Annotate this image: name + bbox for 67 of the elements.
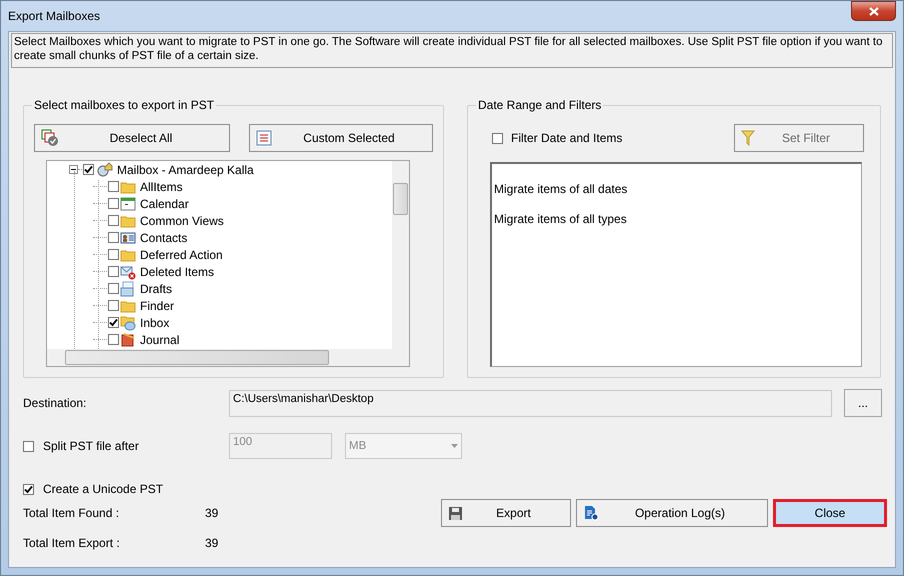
calendar-icon — [120, 196, 136, 210]
tree-checkbox[interactable] — [108, 198, 119, 209]
tree-item[interactable]: AllItems — [140, 180, 183, 194]
tree-item[interactable]: Deleted Items — [140, 264, 214, 278]
export-button[interactable]: Export — [441, 499, 571, 527]
draft-envelope-icon — [120, 280, 136, 296]
description-text: Select Mailboxes which you want to migrate to PST in one go. The Software will create individual PST file for all selected mailboxes. Use Split PST file option if you want to create small chunks of PST file of a certain size. — [11, 33, 893, 68]
custom-selected-button[interactable]: Custom Selected — [249, 124, 433, 152]
summary-line: Migrate items of all types — [494, 212, 628, 226]
tree-item[interactable]: Finder — [140, 298, 174, 312]
horizontal-scrollbar[interactable] — [47, 349, 409, 366]
tree-item[interactable]: Common Views — [140, 214, 224, 228]
tree-checkbox[interactable] — [108, 300, 119, 311]
total-label: Total Item Found : — [23, 506, 120, 520]
close-button[interactable] — [851, 1, 896, 21]
mailbox-icon — [96, 162, 113, 178]
stacked-checks-icon — [41, 129, 59, 147]
tree-checkbox[interactable] — [108, 283, 119, 294]
total-value: 39 — [205, 536, 218, 550]
envelope-delete-icon — [120, 264, 136, 280]
folder-icon — [120, 298, 136, 312]
inbox-folder-icon — [120, 314, 136, 330]
vertical-scrollbar[interactable] — [392, 161, 409, 349]
close-button[interactable]: Close — [773, 499, 887, 527]
tree-item[interactable]: Journal — [140, 332, 180, 346]
field-label: Destination: — [23, 396, 88, 410]
funnel-icon — [741, 130, 755, 146]
tree-checkbox[interactable] — [108, 266, 119, 277]
tree-checkbox[interactable] — [108, 249, 119, 260]
deselect-all-button[interactable]: Deselect All — [34, 124, 230, 152]
checkbox[interactable] — [23, 440, 34, 452]
tree-item[interactable]: Mailbox - Amardeep Kalla — [117, 162, 254, 176]
group-title: Date Range and Filters — [477, 98, 602, 112]
tree-checkbox[interactable] — [83, 164, 94, 175]
destination-field[interactable]: C:\Users\manishar\Desktop — [229, 390, 832, 416]
checkbox[interactable] — [23, 484, 34, 494]
summary-line: Migrate items of all dates — [494, 182, 628, 196]
total-value: 39 — [205, 506, 218, 520]
tree-item[interactable]: Drafts — [140, 282, 172, 296]
contact-card-icon — [120, 230, 136, 244]
dropdown-arrow-icon — [451, 444, 458, 448]
tree-item[interactable]: Inbox — [140, 316, 170, 330]
folder-icon — [120, 248, 136, 262]
document-gear-icon — [583, 505, 599, 521]
group-title: Select mailboxes to export in PST — [33, 98, 216, 112]
tree-item[interactable]: Calendar — [140, 196, 189, 210]
folder-icon — [120, 214, 136, 228]
collapse-icon[interactable] — [69, 165, 78, 174]
tree-checkbox[interactable] — [108, 181, 119, 192]
total-label: Total Item Export : — [23, 536, 121, 550]
close-icon — [868, 6, 878, 16]
browse-button[interactable]: ... — [844, 389, 882, 417]
checkbox[interactable] — [492, 132, 503, 144]
journal-book-icon — [120, 332, 136, 348]
checkbox-label: Create a Unicode PST — [43, 482, 164, 496]
tree-checkbox[interactable] — [108, 317, 119, 328]
folder-icon — [120, 180, 136, 194]
tree-checkbox[interactable] — [108, 215, 119, 226]
window-title: Export Mailboxes — [8, 9, 100, 23]
tree-checkbox[interactable] — [108, 334, 119, 345]
checkbox-label: Filter Date and Items — [511, 131, 622, 145]
tree-checkbox[interactable] — [108, 232, 119, 243]
tree-item[interactable]: Contacts — [140, 230, 188, 244]
checkbox-label: Split PST file after — [43, 439, 139, 453]
operation-log-button[interactable]: Operation Log(s) — [576, 499, 768, 527]
tree-item[interactable]: Deferred Action — [140, 248, 223, 262]
checklist-icon — [256, 130, 272, 146]
